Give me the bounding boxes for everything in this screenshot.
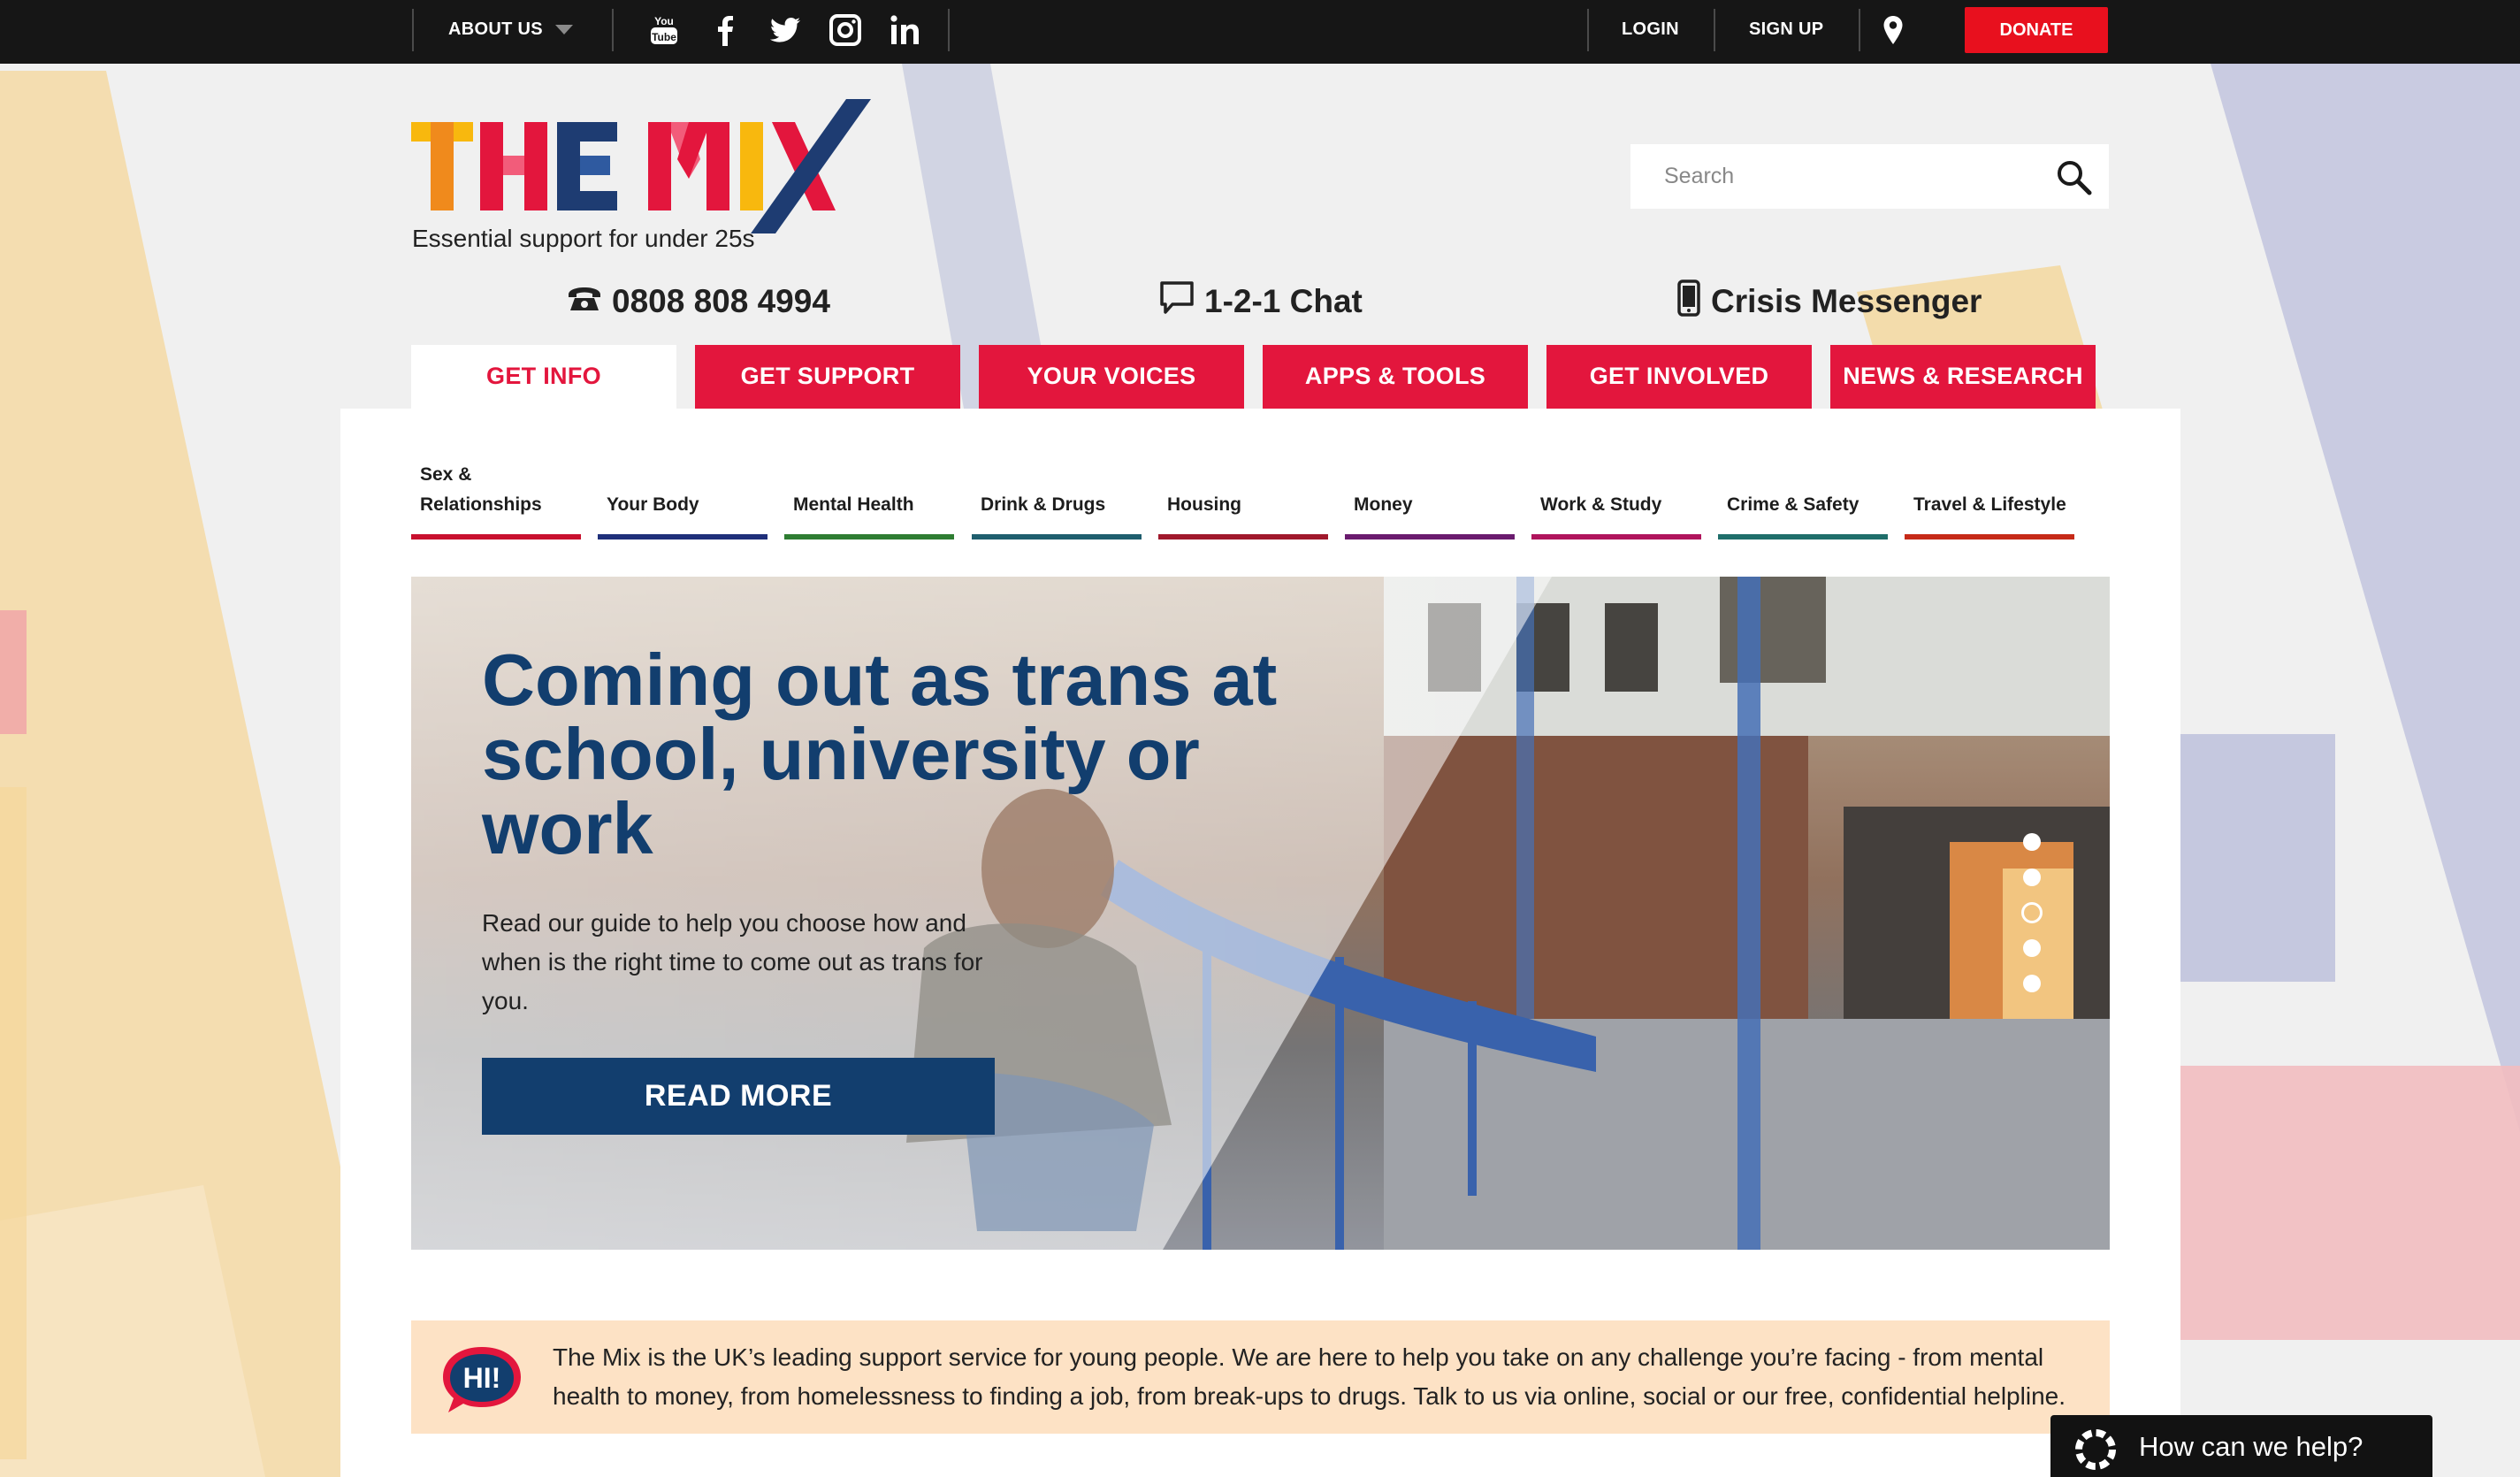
mobile-phone-icon	[1676, 279, 1702, 325]
donate-button[interactable]: DONATE	[1965, 7, 2108, 53]
subcategory-housing[interactable]: Housing	[1158, 460, 1328, 540]
subcategory-underline	[972, 534, 1142, 540]
tab-get-info[interactable]: GET INFO	[411, 345, 676, 410]
subcategory-underline	[598, 534, 767, 540]
divider	[412, 9, 414, 51]
login-link[interactable]: LOGIN	[1622, 0, 1679, 64]
facebook-icon[interactable]	[708, 12, 744, 48]
about-us-dropdown[interactable]: ABOUT US	[448, 0, 573, 64]
subcategory-underline	[1718, 534, 1888, 540]
chat-contact[interactable]: 1-2-1 Chat	[1158, 279, 1363, 324]
twitter-icon[interactable]	[767, 12, 803, 48]
map-pin-icon[interactable]	[1875, 12, 1911, 48]
signup-link[interactable]: SIGN UP	[1749, 0, 1823, 64]
help-chat-widget[interactable]: How can we help?	[2050, 1415, 2432, 1477]
subcategory-label: Travel & Lifestyle	[1913, 494, 2066, 515]
phone-number: 0808 808 4994	[612, 283, 830, 319]
linkedin-icon[interactable]	[888, 12, 923, 48]
search-box	[1630, 144, 2109, 209]
subcategory-work-study[interactable]: Work & Study	[1531, 460, 1701, 540]
subcategory-label: Crime & Safety	[1727, 494, 1859, 515]
tab-news-research[interactable]: NEWS & RESEARCH	[1830, 345, 2096, 409]
read-more-button[interactable]: READ MORE	[482, 1058, 995, 1135]
subcategory-sex-relationships[interactable]: Sex & Relationships	[411, 460, 581, 540]
tab-get-involved[interactable]: GET INVOLVED	[1546, 345, 1812, 409]
carousel-dot[interactable]	[2023, 975, 2041, 992]
subcategory-your-body[interactable]: Your Body	[598, 460, 767, 540]
lifebuoy-icon	[2075, 1429, 2116, 1470]
subcategory-label: Your Body	[607, 494, 699, 515]
phone-contact[interactable]: 0808 808 4994	[566, 279, 830, 324]
subcategory-drink-drugs[interactable]: Drink & Drugs	[972, 460, 1142, 540]
subcategory-underline	[784, 534, 954, 540]
hero-carousel: Coming out as trans at school, universit…	[411, 577, 2110, 1250]
telephone-icon	[566, 283, 603, 320]
subcategory-label: Sex & Relationships	[420, 464, 542, 515]
tagline: Essential support for under 25s	[412, 225, 755, 252]
top-bar: ABOUT US You Tube LOGIN SIGN UP DONATE	[0, 0, 2520, 64]
caret-down-icon	[554, 25, 573, 35]
carousel-dot-active[interactable]	[2021, 902, 2043, 923]
subcategory-mental-health[interactable]: Mental Health	[784, 460, 954, 540]
divider	[612, 9, 614, 51]
carousel-dot[interactable]	[2023, 833, 2041, 851]
subcategory-underline	[1905, 534, 2074, 540]
svg-text:Tube: Tube	[652, 31, 676, 43]
search-icon[interactable]	[2055, 158, 2094, 197]
divider	[1587, 9, 1589, 51]
subcategory-label: Money	[1354, 494, 1413, 515]
subcategory-underline	[1531, 534, 1701, 540]
the-mix-logo[interactable]	[411, 97, 871, 239]
hero-description: Read our guide to help you choose how an…	[482, 909, 983, 1014]
tab-get-support[interactable]: GET SUPPORT	[695, 345, 960, 409]
subcategory-crime-safety[interactable]: Crime & Safety	[1718, 460, 1888, 540]
about-us-label: ABOUT US	[448, 19, 543, 39]
divider	[948, 9, 950, 51]
subcategory-label: Drink & Drugs	[981, 494, 1106, 515]
subcategory-underline	[411, 534, 581, 540]
svg-text:You: You	[654, 15, 674, 27]
help-chat-label: How can we help?	[2139, 1431, 2363, 1462]
intro-text: The Mix is the UK’s leading support serv…	[553, 1343, 2066, 1410]
hero-title: Coming out as trans at school, universit…	[482, 639, 1278, 869]
speech-bubble-icon	[1158, 279, 1195, 325]
subcategory-label: Work & Study	[1540, 494, 1662, 515]
carousel-dot[interactable]	[2023, 869, 2041, 886]
subcategory-label: Housing	[1167, 494, 1241, 515]
intro-banner: HI! The Mix is the UK’s leading support …	[411, 1320, 2110, 1434]
youtube-icon[interactable]: You Tube	[646, 12, 682, 48]
hi-badge-text: HI!	[463, 1362, 501, 1394]
subcategory-underline	[1158, 534, 1328, 540]
chat-label: 1-2-1 Chat	[1204, 283, 1363, 319]
tab-apps-tools[interactable]: APPS & TOOLS	[1263, 345, 1528, 409]
divider	[1859, 9, 1860, 51]
crisis-label: Crisis Messenger	[1711, 283, 1982, 319]
instagram-icon[interactable]	[828, 12, 863, 48]
crisis-messenger-contact[interactable]: Crisis Messenger	[1676, 279, 1982, 324]
hi-badge-icon: HI!	[439, 1343, 524, 1414]
subcategory-underline	[1345, 534, 1515, 540]
tab-your-voices[interactable]: YOUR VOICES	[979, 345, 1244, 409]
search-input[interactable]	[1630, 144, 2037, 209]
subcategory-label: Mental Health	[793, 494, 914, 515]
divider	[1714, 9, 1715, 51]
subcategory-money[interactable]: Money	[1345, 460, 1515, 540]
carousel-dot[interactable]	[2023, 939, 2041, 957]
subcategory-travel-lifestyle[interactable]: Travel & Lifestyle	[1905, 460, 2074, 540]
